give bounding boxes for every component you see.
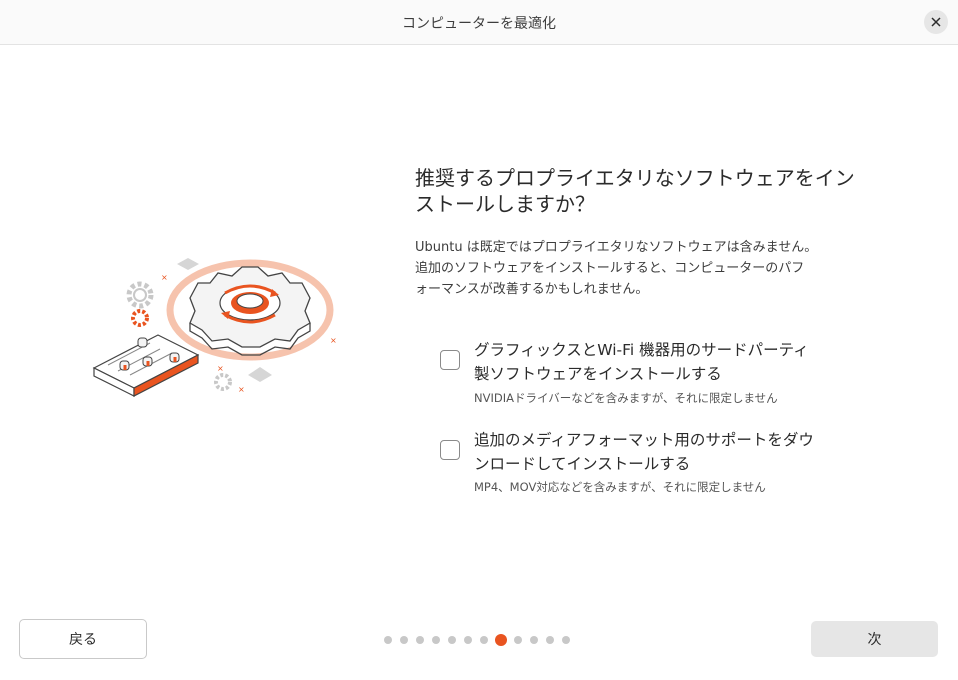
page-dot: [480, 636, 488, 644]
description-line: 追加のソフトウェアをインストールすると、コンピューターのパフ: [415, 261, 805, 276]
next-button[interactable]: 次: [811, 621, 938, 657]
page-dot: [400, 636, 408, 644]
option-label[interactable]: グラフィックスとWi-Fi 機器用のサードパーティ 製ソフトウェアをインストール…: [474, 338, 844, 386]
window-title: コンピューターを最適化: [402, 16, 556, 32]
page-dot: [416, 636, 424, 644]
page-dot: [464, 636, 472, 644]
page-dot: [546, 636, 554, 644]
option-label-line: ンロードしてインストールする: [474, 455, 691, 473]
page-heading-line: ストールしますか？: [415, 192, 595, 216]
page-heading: 推奨するプロプライエタリなソフトウェアをイン ストールしますか？: [415, 165, 865, 217]
page-dot-active: [495, 634, 507, 646]
page-dot: [384, 636, 392, 644]
svg-text:×: ×: [330, 336, 337, 345]
gear-illustration-icon: × × × ×: [92, 258, 337, 397]
svg-text:×: ×: [217, 364, 224, 373]
svg-text:×: ×: [161, 273, 168, 282]
page-dot: [432, 636, 440, 644]
close-icon: [931, 17, 941, 27]
option-label-line: グラフィックスとWi-Fi 機器用のサードパーティ: [474, 341, 809, 359]
option-label-line: 追加のメディアフォーマット用のサポートをダウ: [474, 431, 814, 449]
option-sublabel: MP4、MOV対応などを含みますが、それに限定しません: [474, 480, 766, 494]
media-formats-checkbox[interactable]: [440, 440, 460, 460]
back-button[interactable]: 戻る: [19, 619, 147, 659]
third-party-checkbox[interactable]: [440, 350, 460, 370]
svg-text:×: ×: [238, 385, 245, 394]
page-dot: [530, 636, 538, 644]
option-sublabel: NVIDIAドライバーなどを含みますが、それに限定しません: [474, 391, 778, 405]
title-bar: コンピューターを最適化: [0, 0, 958, 45]
page-dot: [562, 636, 570, 644]
content-area: 推奨するプロプライエタリなソフトウェアをイン ストールしますか？ Ubuntu …: [415, 165, 865, 300]
description-line: Ubuntu は既定ではプロプライエタリなソフトウェアは含みません。: [415, 240, 818, 255]
page-dot: [514, 636, 522, 644]
option-label[interactable]: 追加のメディアフォーマット用のサポートをダウ ンロードしてインストールする: [474, 428, 844, 476]
description: Ubuntu は既定ではプロプライエタリなソフトウェアは含みません。 追加のソフ…: [415, 237, 865, 300]
close-button[interactable]: [924, 10, 948, 34]
page-indicator: [384, 634, 578, 646]
page-heading-line: 推奨するプロプライエタリなソフトウェアをイン: [415, 166, 855, 190]
option-label-line: 製ソフトウェアをインストールする: [474, 365, 722, 383]
page-dot: [448, 636, 456, 644]
description-line: ォーマンスが改善するかもしれません。: [415, 282, 649, 297]
